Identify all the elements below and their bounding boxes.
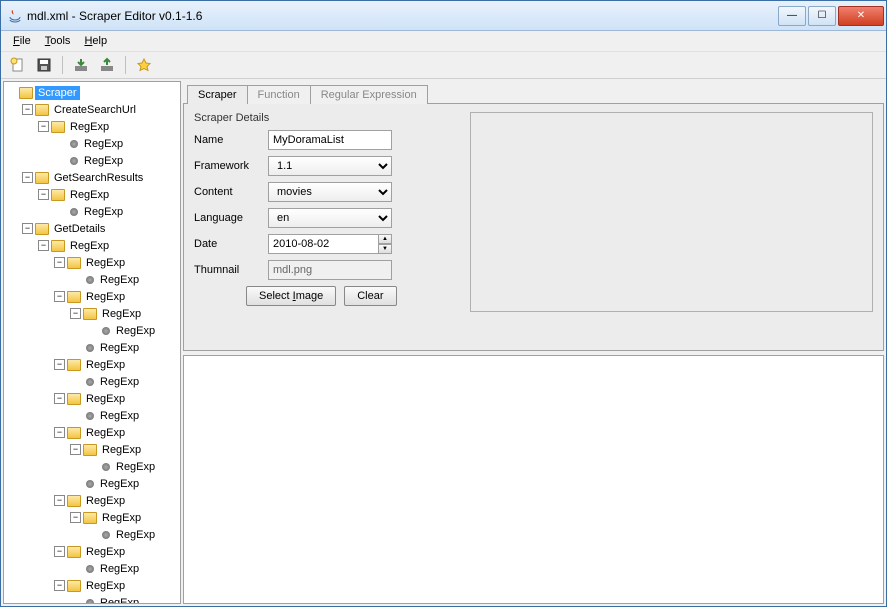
thumbnail-label: Thumnail [194,264,258,276]
leaf-icon [70,140,78,148]
tabs: Scraper Function Regular Expression [183,81,884,103]
thumbnail-field [268,260,392,280]
content-area: Scraper Function Regular Expression Scra… [183,81,884,604]
folder-icon [19,87,33,99]
tree-regexp[interactable]: −RegExp [54,390,178,407]
preview-panel [470,112,873,312]
tree-regexp[interactable]: −RegExp [70,305,178,322]
name-field[interactable] [268,130,392,150]
titlebar[interactable]: mdl.xml - Scraper Editor v0.1-1.6 — ☐ ✕ [1,1,886,31]
date-down-button[interactable]: ▼ [378,244,392,254]
menubar: File Tools Help [1,31,886,51]
tree-regexp[interactable]: −RegExp [54,356,178,373]
main-content: Scraper −CreateSearchUrl −RegExp RegExp … [1,79,886,606]
tree-leaf[interactable]: RegExp [70,594,178,604]
tree-leaf[interactable]: RegExp [54,203,178,220]
details-title: Scraper Details [194,112,454,124]
tree-regexp[interactable]: −RegExp [70,509,178,526]
tree-regexp[interactable]: −RegExp [54,492,178,509]
toolbar-separator [125,56,126,74]
tree-leaf[interactable]: RegExp [70,373,178,390]
star-button[interactable] [133,54,155,76]
import-button[interactable] [70,54,92,76]
toolbar-separator [62,56,63,74]
tree-get-search-results[interactable]: −GetSearchResults [22,169,178,186]
tree-regexp[interactable]: −RegExp [54,577,178,594]
tree-leaf[interactable]: RegExp [70,475,178,492]
clear-button[interactable]: Clear [344,286,396,306]
tree-leaf[interactable]: RegExp [54,152,178,169]
window-title: mdl.xml - Scraper Editor v0.1-1.6 [27,9,778,23]
maximize-button[interactable]: ☐ [808,6,836,26]
tree-create-search-url[interactable]: −CreateSearchUrl [22,101,178,118]
window-buttons: — ☐ ✕ [778,6,884,26]
output-panel[interactable] [183,355,884,604]
tree-regexp[interactable]: −RegExp [38,186,178,203]
save-button[interactable] [33,54,55,76]
tree-leaf[interactable]: RegExp [70,560,178,577]
menu-help[interactable]: Help [78,33,113,49]
tree-panel[interactable]: Scraper −CreateSearchUrl −RegExp RegExp … [3,81,181,604]
tree-leaf[interactable]: RegExp [70,339,178,356]
close-button[interactable]: ✕ [838,6,884,26]
date-label: Date [194,238,258,250]
framework-select[interactable]: 1.1 [268,156,392,176]
export-button[interactable] [96,54,118,76]
menu-tools[interactable]: Tools [39,33,77,49]
toolbar [1,51,886,79]
folder-icon [35,104,49,116]
language-label: Language [194,212,258,224]
new-button[interactable] [7,54,29,76]
content-select[interactable]: movies [268,182,392,202]
main-window: mdl.xml - Scraper Editor v0.1-1.6 — ☐ ✕ … [0,0,887,607]
tree-leaf[interactable]: RegExp [86,458,178,475]
menu-file[interactable]: File [7,33,37,49]
date-field[interactable] [268,234,378,254]
minimize-button[interactable]: — [778,6,806,26]
language-select[interactable]: en [268,208,392,228]
tree-leaf[interactable]: RegExp [70,407,178,424]
tree-regexp[interactable]: −RegExp [54,543,178,560]
tree-regexp[interactable]: −RegExp [38,237,178,254]
name-label: Name [194,134,258,146]
tree-get-details[interactable]: −GetDetails [22,220,178,237]
tree-leaf[interactable]: RegExp [54,135,178,152]
content-label: Content [194,186,258,198]
tab-regex[interactable]: Regular Expression [310,85,428,104]
tree-leaf[interactable]: RegExp [70,271,178,288]
java-icon [7,8,23,24]
collapse-icon[interactable]: − [22,104,33,115]
tree-root-scraper[interactable]: Scraper [6,84,178,101]
tab-function[interactable]: Function [247,85,311,104]
framework-label: Framework [194,160,258,172]
scraper-details-panel: Scraper Details Name Framework 1.1 Conten… [183,103,884,351]
tab-scraper[interactable]: Scraper [187,85,248,104]
select-image-button[interactable]: Select Image [246,286,336,306]
tree-regexp[interactable]: −RegExp [54,424,178,441]
tree-leaf[interactable]: RegExp [86,322,178,339]
tree-regexp[interactable]: −RegExp [38,118,178,135]
tree-regexp[interactable]: −RegExp [54,288,178,305]
date-up-button[interactable]: ▲ [378,234,392,244]
tree-leaf[interactable]: RegExp [86,526,178,543]
tree-regexp[interactable]: −RegExp [54,254,178,271]
tree-regexp[interactable]: −RegExp [70,441,178,458]
